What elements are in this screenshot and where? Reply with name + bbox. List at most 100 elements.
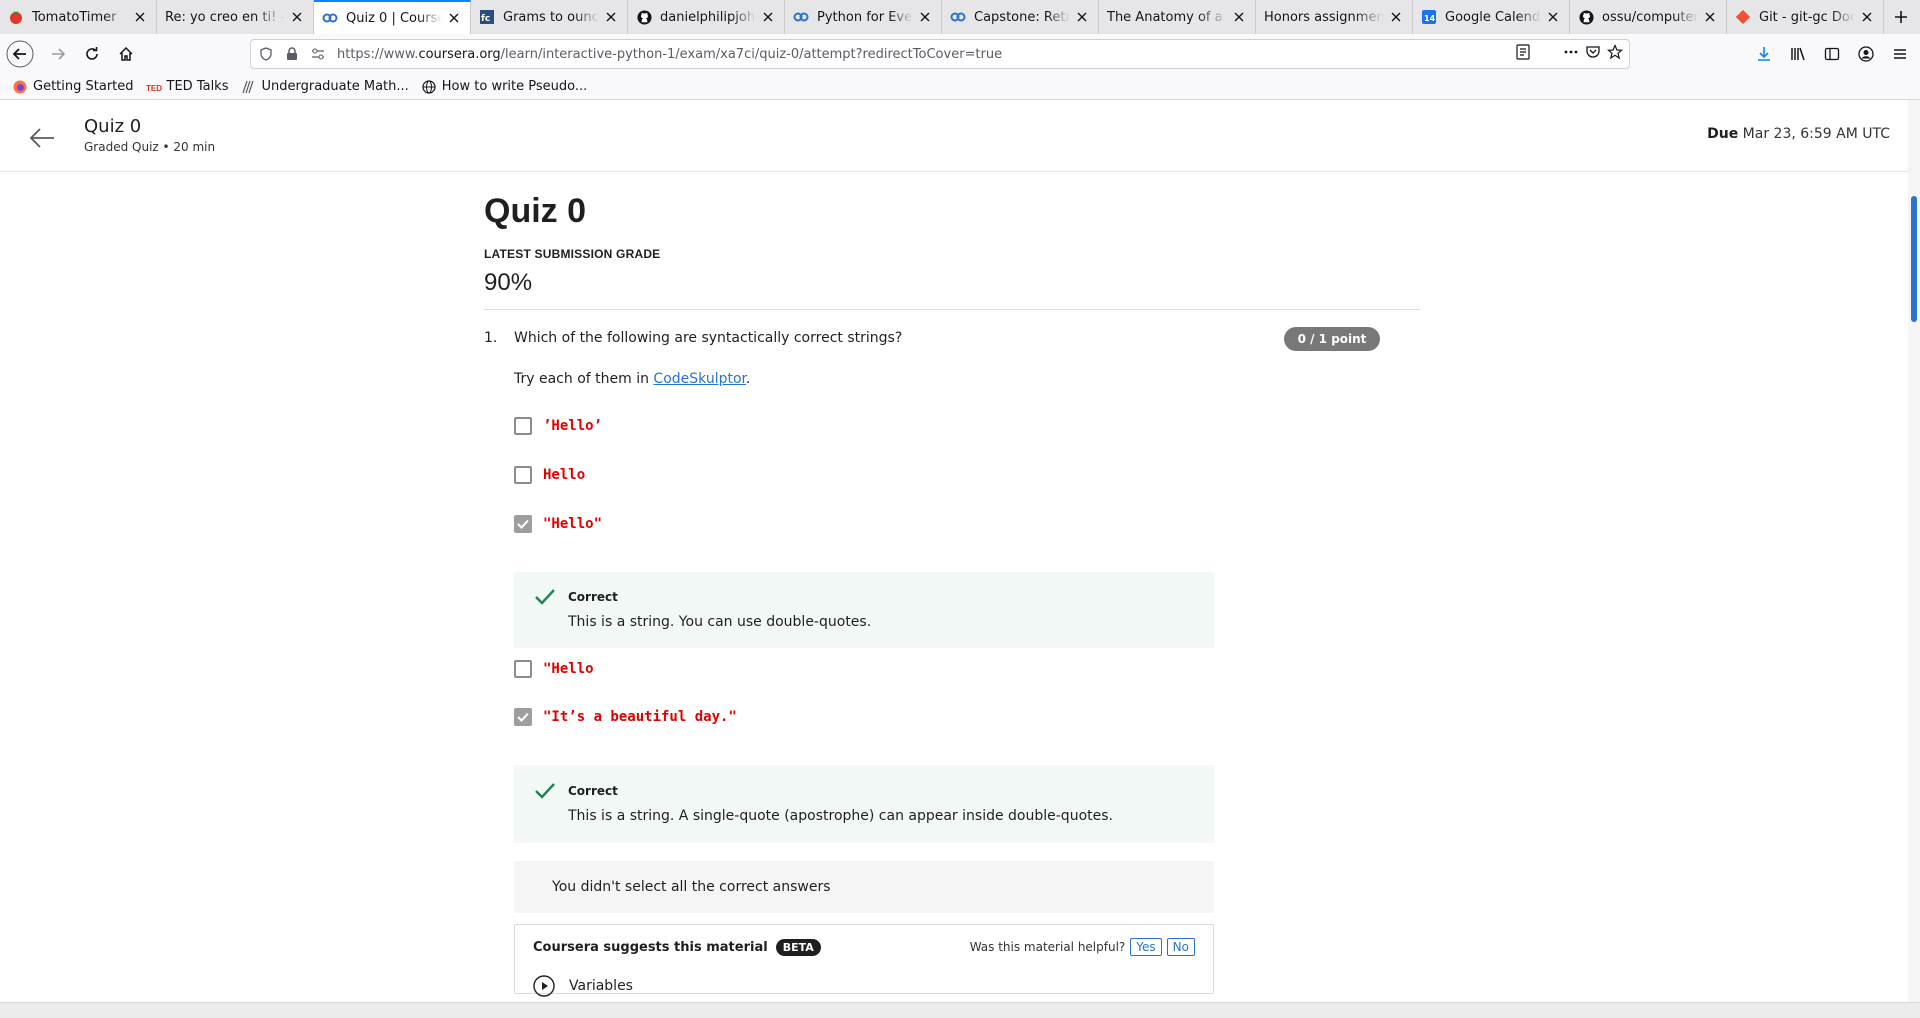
tab-title: Quiz 0 | Coursera: [346, 10, 442, 26]
bookmark-undergraduate-math[interactable]: Undergraduate Math...: [240, 79, 409, 95]
tracking-shield-icon[interactable]: [255, 43, 277, 65]
coursera-icon: [322, 10, 338, 26]
forward-button[interactable]: [42, 38, 74, 70]
tab-mail[interactable]: Re: yo creo en ti! - u: [157, 0, 314, 34]
bookmark-getting-started[interactable]: Getting Started: [12, 79, 134, 95]
answer-summary: You didn't select all the correct answer…: [514, 861, 1214, 913]
option-label: ’Hello’: [543, 418, 603, 434]
close-icon[interactable]: [603, 9, 619, 25]
scrollbar-thumb[interactable]: [1911, 196, 1917, 322]
home-button[interactable]: [110, 38, 142, 70]
account-icon: [1858, 46, 1874, 62]
helpful-question: Was this material helpful?: [969, 940, 1126, 954]
tab-quiz-coursera[interactable]: Quiz 0 | Coursera: [314, 0, 471, 34]
no-button[interactable]: No: [1166, 938, 1195, 956]
permissions-icon[interactable]: [307, 43, 329, 65]
tab-git-gc-docs[interactable]: Git - git-gc Docs: [1727, 0, 1884, 34]
library-icon: [1791, 47, 1805, 61]
github-icon: [1578, 9, 1594, 25]
bottom-strip: [0, 1002, 1920, 1018]
yes-button[interactable]: Yes: [1130, 938, 1162, 956]
download-icon: [1758, 47, 1770, 61]
grade-label: LATEST SUBMISSION GRADE: [484, 247, 661, 261]
tomato-icon: [8, 9, 24, 25]
tab-grams-to-ounces[interactable]: fc Grams to ounces: [471, 0, 628, 34]
lock-icon[interactable]: [281, 43, 303, 65]
reader-view-icon[interactable]: [1515, 44, 1531, 64]
tab-capstone[interactable]: Capstone: Retrieving: [942, 0, 1099, 34]
plus-icon: [1895, 11, 1907, 23]
git-icon: [1735, 9, 1751, 25]
forward-arrow-icon: [52, 48, 66, 60]
beta-badge: BETA: [775, 939, 821, 956]
correct-check-icon: [535, 589, 555, 605]
due-value: Mar 23, 6:59 AM UTC: [1742, 126, 1890, 142]
downloads-button[interactable]: [1748, 38, 1780, 70]
close-icon[interactable]: [1859, 9, 1875, 25]
pocket-icon[interactable]: [1585, 44, 1601, 64]
suggested-item-label: Variables: [569, 978, 633, 994]
tab-github-danielphilipjohns[interactable]: danielphilipjohns: [628, 0, 785, 34]
tab-python-for-everybody[interactable]: Python for Everybody: [785, 0, 942, 34]
url-bar[interactable]: https://www.coursera.org/learn/interacti…: [250, 39, 1630, 69]
back-button[interactable]: [4, 38, 36, 70]
bookmark-star-icon[interactable]: [1606, 44, 1624, 64]
tab-title: Capstone: Retrieving: [974, 9, 1070, 25]
svg-text:TED: TED: [146, 84, 162, 92]
sidebar-button[interactable]: [1816, 38, 1848, 70]
tab-ossu[interactable]: ossu/computer: [1570, 0, 1727, 34]
page-scrollbar[interactable]: [1908, 100, 1920, 1002]
option-label: "Hello": [543, 516, 603, 532]
close-icon[interactable]: [917, 9, 933, 25]
tab-anatomy[interactable]: The Anatomy of a S: [1099, 0, 1256, 34]
account-button[interactable]: [1850, 38, 1882, 70]
bookmark-label: How to write Pseudo...: [441, 79, 588, 94]
reload-button[interactable]: [76, 38, 108, 70]
bookmark-label: TED Talks: [166, 79, 229, 94]
menu-button[interactable]: [1884, 38, 1916, 70]
close-icon[interactable]: [1074, 9, 1090, 25]
close-icon[interactable]: [1388, 9, 1404, 25]
answer-option[interactable]: ’Hello’: [514, 417, 602, 435]
reload-icon: [86, 47, 98, 60]
checkbox-checked[interactable]: [514, 515, 532, 533]
back-arrow-icon: [6, 40, 34, 68]
close-icon[interactable]: [132, 9, 148, 25]
globe-icon: [421, 79, 437, 95]
feedback-text: This is a string. A single-quote (apostr…: [568, 808, 1113, 824]
close-icon[interactable]: [289, 9, 305, 25]
url-path: /learn/interactive-python-1/exam/xa7ci/q…: [500, 46, 1003, 62]
checkbox[interactable]: [514, 417, 532, 435]
new-tab-button[interactable]: [1884, 0, 1918, 34]
codeskulptor-link[interactable]: CodeSkulptor: [653, 371, 746, 387]
close-icon[interactable]: [1545, 9, 1561, 25]
tab-title: Grams to ounces: [503, 9, 599, 25]
tab-tomatotimer[interactable]: TomatoTimer: [0, 0, 157, 34]
question-text: Which of the following are syntactically…: [514, 330, 903, 346]
close-icon[interactable]: [446, 10, 462, 26]
answer-option[interactable]: "It’s a beautiful day.": [514, 708, 737, 726]
bookmark-ted-talks[interactable]: TED TED Talks: [146, 79, 229, 95]
tab-google-calendar[interactable]: 14 Google Calendar: [1413, 0, 1570, 34]
option-label: "Hello: [543, 661, 594, 677]
fc-icon: fc: [479, 9, 495, 25]
answer-option[interactable]: Hello: [514, 466, 585, 484]
answer-option[interactable]: "Hello: [514, 660, 594, 678]
answer-option[interactable]: "Hello": [514, 515, 602, 533]
math-icon: [240, 79, 256, 95]
suggested-item[interactable]: Variables: [533, 975, 633, 997]
back-arrow-icon[interactable]: [26, 122, 58, 154]
tab-honors-assignment[interactable]: Honors assignment: [1256, 0, 1413, 34]
close-icon[interactable]: [1231, 9, 1247, 25]
close-icon[interactable]: [1702, 9, 1718, 25]
library-button[interactable]: [1782, 38, 1814, 70]
url-text: https://www.coursera.org/learn/interacti…: [337, 47, 1002, 62]
correct-feedback: Correct This is a string. You can use do…: [514, 572, 1214, 648]
checkbox[interactable]: [514, 660, 532, 678]
bookmark-pseudocode[interactable]: How to write Pseudo...: [421, 79, 588, 95]
close-icon[interactable]: [760, 9, 776, 25]
divider: [484, 309, 1420, 310]
checkbox[interactable]: [514, 466, 532, 484]
page-actions-icon[interactable]: [1563, 44, 1579, 64]
checkbox-checked[interactable]: [514, 708, 532, 726]
